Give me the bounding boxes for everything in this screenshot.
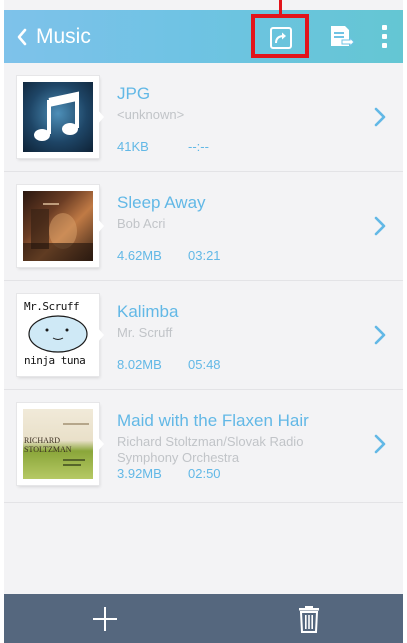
album-art <box>17 76 104 158</box>
album-art: Mr.Scruff ninja tuna <box>17 294 104 376</box>
track-row[interactable]: Sleep Away Bob Acri 4.62MB 03:21 <box>4 172 403 281</box>
delete-button[interactable] <box>292 604 326 634</box>
bottom-toolbar <box>4 594 403 643</box>
track-duration: 05:48 <box>188 357 221 372</box>
track-size: 8.02MB <box>117 357 162 372</box>
add-button[interactable] <box>90 604 120 634</box>
plus-icon <box>93 607 117 631</box>
app-bar: Music <box>4 10 403 63</box>
album-art <box>17 185 104 267</box>
track-artist: Richard Stoltzman/Slovak Radio Symphony … <box>117 434 304 465</box>
page-title: Music <box>36 25 91 48</box>
track-name: Sleep Away <box>117 193 206 212</box>
track-row[interactable]: JPG <unknown> 41KB --:-- <box>4 63 403 172</box>
more-options-button[interactable] <box>378 22 392 52</box>
track-duration: --:-- <box>188 139 209 154</box>
chevron-right-icon[interactable] <box>372 433 388 455</box>
chevron-right-icon[interactable] <box>372 215 388 237</box>
album-art: RICHARD STOLTZMAN <box>17 403 104 485</box>
export-button[interactable] <box>326 22 356 52</box>
track-name: Kalimba <box>117 302 179 321</box>
music-note-icon <box>34 91 79 141</box>
track-list: JPG <unknown> 41KB --:-- Sleep Away Bob … <box>4 63 403 503</box>
album-cover-image <box>63 423 89 466</box>
track-size: 4.62MB <box>117 248 162 263</box>
track-artist: Bob Acri <box>117 216 166 231</box>
chevron-left-icon <box>17 28 27 46</box>
music-screen: Music JPG <unknown> 41KB --:-- Sleep Awa… <box>4 0 403 643</box>
chevron-right-icon[interactable] <box>372 324 388 346</box>
track-artist: Mr. Scruff <box>117 325 173 340</box>
album-cover-image <box>23 203 93 261</box>
track-size: 41KB <box>117 139 149 154</box>
export-icon <box>331 26 355 48</box>
track-duration: 03:21 <box>188 248 221 263</box>
track-duration: 02:50 <box>188 466 221 481</box>
share-highlight-box <box>251 14 309 58</box>
album-art-text-bottom: ninja tuna <box>24 354 86 367</box>
track-row[interactable]: RICHARD STOLTZMAN Maid with the Flaxen H… <box>4 390 403 503</box>
annotation-pointer <box>279 0 282 14</box>
chevron-right-icon[interactable] <box>372 106 388 128</box>
trash-icon <box>299 606 319 633</box>
track-artist: <unknown> <box>117 107 185 122</box>
track-row[interactable]: Mr.Scruff ninja tuna Kalimba Mr. Scruff … <box>4 281 403 390</box>
track-name: JPG <box>117 84 151 103</box>
back-button[interactable] <box>14 24 38 50</box>
track-size: 3.92MB <box>117 466 162 481</box>
track-name: Maid with the Flaxen Hair <box>117 411 309 430</box>
